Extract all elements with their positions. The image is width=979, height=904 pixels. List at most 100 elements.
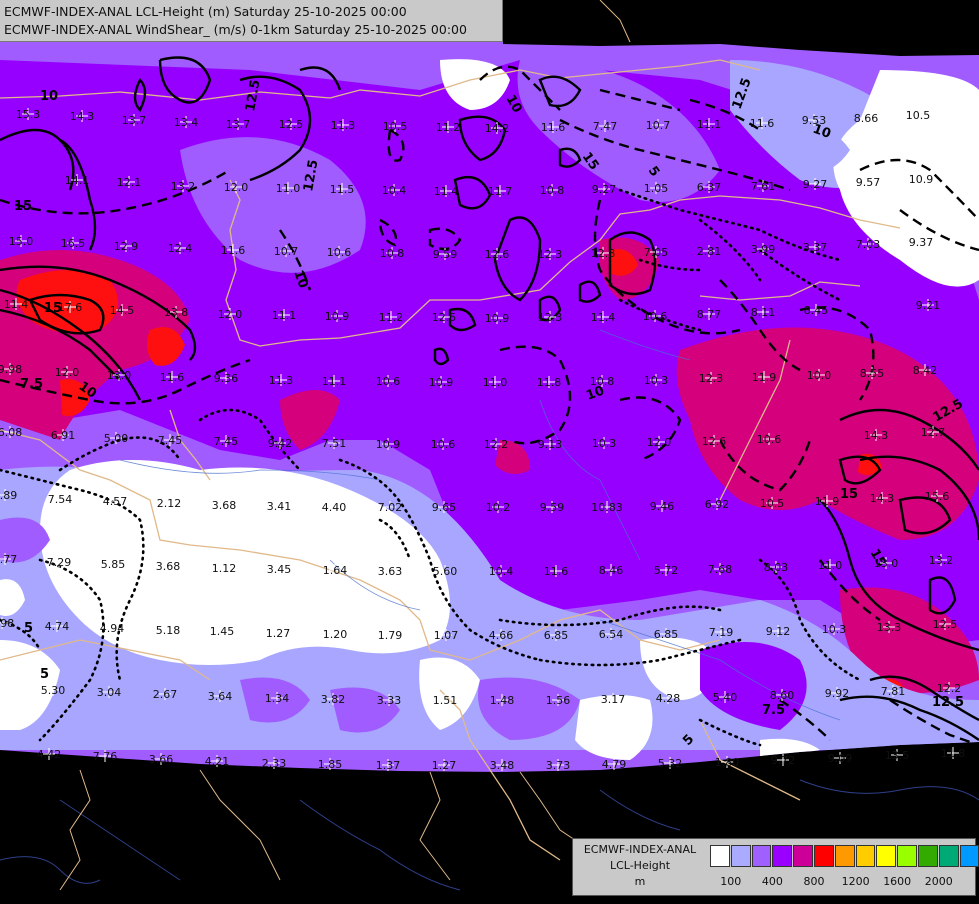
weather-map: 10 12.5 12.5 15 15 7.5 10 10 10 15 5 12.…	[0, 0, 979, 900]
grid-value-label: 9.09	[828, 752, 853, 765]
grid-value-label: 9.27	[592, 183, 617, 196]
grid-value-label: 5.32	[658, 757, 683, 770]
grid-value-label: 10.5	[383, 120, 408, 133]
grid-value-label: 14.1	[65, 174, 90, 187]
grid-value-label: 1.79	[378, 629, 403, 642]
grid-value-label: 11.2	[379, 311, 404, 324]
grid-value-label: 1.07	[434, 629, 459, 642]
grid-value-label: 13.0	[874, 557, 899, 570]
grid-value-label: 10.5	[906, 109, 931, 122]
legend-swatch	[751, 845, 772, 867]
legend-swatch	[855, 845, 876, 867]
grid-value-label: 8.03	[764, 561, 789, 574]
grid-value-label: 7.54	[48, 493, 73, 506]
grid-value-label: 9.92	[825, 687, 850, 700]
grid-value-label: 7.45	[214, 435, 239, 448]
grid-value-label: 10.83	[591, 501, 623, 514]
grid-value-label: 12.3	[538, 248, 563, 261]
grid-value-label: 11.0	[276, 182, 301, 195]
grid-value-label: 12.1	[117, 176, 142, 189]
grid-value-label: 17.6	[58, 301, 83, 314]
grid-value-label: 4.94	[100, 622, 125, 635]
grid-value-label: 10.2	[486, 501, 511, 514]
grid-value-label: 4.79	[602, 758, 627, 771]
grid-value-label: 9.98	[0, 363, 22, 376]
grid-value-label: 15.0	[9, 235, 34, 248]
grid-value-label: 13.2	[929, 554, 954, 567]
grid-value-label: 9.53	[802, 114, 827, 127]
legend-swatch	[730, 845, 751, 867]
grid-value-label: 7.47	[593, 120, 618, 133]
grid-value-label: 11.4	[4, 298, 29, 311]
grid-value-label: 13.7	[226, 118, 251, 131]
contour-label: 15	[840, 487, 858, 502]
grid-value-label: 12.4	[168, 242, 193, 255]
grid-value-label: 10.4	[489, 565, 514, 578]
grid-value-label: 11.5	[330, 183, 355, 196]
grid-value-label: 7.03	[856, 238, 881, 251]
grid-value-label: 3.33	[377, 694, 402, 707]
grid-value-label: 9.21	[916, 299, 941, 312]
grid-value-label: 12.5	[279, 118, 304, 131]
grid-value-label: 6.85	[544, 629, 569, 642]
grid-value-label: 1.37	[376, 759, 401, 772]
grid-value-label: 2.67	[153, 688, 178, 701]
legend-unit: m	[634, 875, 646, 888]
grid-value-label: 11.8	[537, 376, 562, 389]
grid-value-label: 12.7	[921, 426, 946, 439]
grid-value-label: 4.74	[45, 620, 70, 633]
grid-value-label: 1.51	[433, 694, 458, 707]
grid-value-label: 13.8	[164, 306, 189, 319]
grid-value-label: 8.55	[860, 367, 885, 380]
grid-value-label: 3.41	[267, 500, 292, 513]
grid-value-label: 10.6	[757, 433, 782, 446]
grid-value-label: 8.11	[751, 306, 776, 319]
grid-value-label: 5.18	[156, 624, 181, 637]
grid-value-label: 3.45	[267, 563, 292, 576]
grid-value-label: 5.00	[104, 432, 129, 445]
grid-value-label: 14.3	[864, 429, 889, 442]
grid-value-label: 11.1	[322, 375, 347, 388]
grid-value-label: 13.4	[174, 116, 199, 129]
grid-value-label: 1.34	[265, 692, 290, 705]
grid-value-label: 3.04	[97, 686, 122, 699]
legend-swatch	[959, 845, 979, 867]
legend-swatch	[710, 845, 730, 867]
contour-label: 5	[40, 667, 49, 682]
legend-swatch	[876, 845, 897, 867]
grid-value-label: 12.0	[647, 436, 672, 449]
grid-value-label: 15.6	[925, 490, 950, 503]
grid-value-label: 2.12	[157, 497, 182, 510]
grid-value-label: 14.3	[870, 492, 895, 505]
grid-value-label: 10.9	[429, 376, 454, 389]
grid-value-label: 3.99	[751, 243, 776, 256]
grid-value-label: 12.3	[699, 372, 724, 385]
grid-value-label: 8.46	[599, 564, 624, 577]
grid-value-label: 3.48	[490, 759, 515, 772]
grid-value-label: 12.6	[702, 435, 727, 448]
grid-value-label: 13.3	[877, 621, 902, 634]
grid-value-label: 10.7	[646, 119, 671, 132]
grid-value-label: 9.42	[268, 437, 293, 450]
grid-value-label: 8.60	[770, 689, 795, 702]
grid-value-label: 10.7	[274, 245, 299, 258]
grid-value-label: 14.2	[485, 122, 510, 135]
legend-color-scale	[710, 845, 979, 867]
grid-value-label: 12.5	[933, 618, 958, 631]
contour-label: 10	[40, 89, 58, 104]
grid-value-label: 11.4	[434, 185, 459, 198]
lcl-height-map: 10 12.5 12.5 15 15 7.5 10 10 10 15 5 12.…	[0, 0, 979, 900]
grid-value-label: 3.66	[149, 753, 174, 766]
grid-value-label: 9.36	[214, 372, 239, 385]
grid-value-label: 10.6	[431, 438, 456, 451]
grid-value-label: 1.05	[644, 182, 669, 195]
grid-value-label: 16.5	[61, 237, 86, 250]
grid-value-label: 11.9	[752, 371, 777, 384]
grid-value-label: 9.72	[771, 754, 796, 767]
grid-value-label: 8.45	[804, 304, 829, 317]
grid-value-label: 3.17	[601, 693, 626, 706]
grid-value-label: 5.60	[433, 565, 458, 578]
grid-value-label: 1.85	[318, 758, 343, 771]
grid-value-label: 6.37	[697, 181, 722, 194]
grid-value-label: 10.9	[909, 173, 934, 186]
